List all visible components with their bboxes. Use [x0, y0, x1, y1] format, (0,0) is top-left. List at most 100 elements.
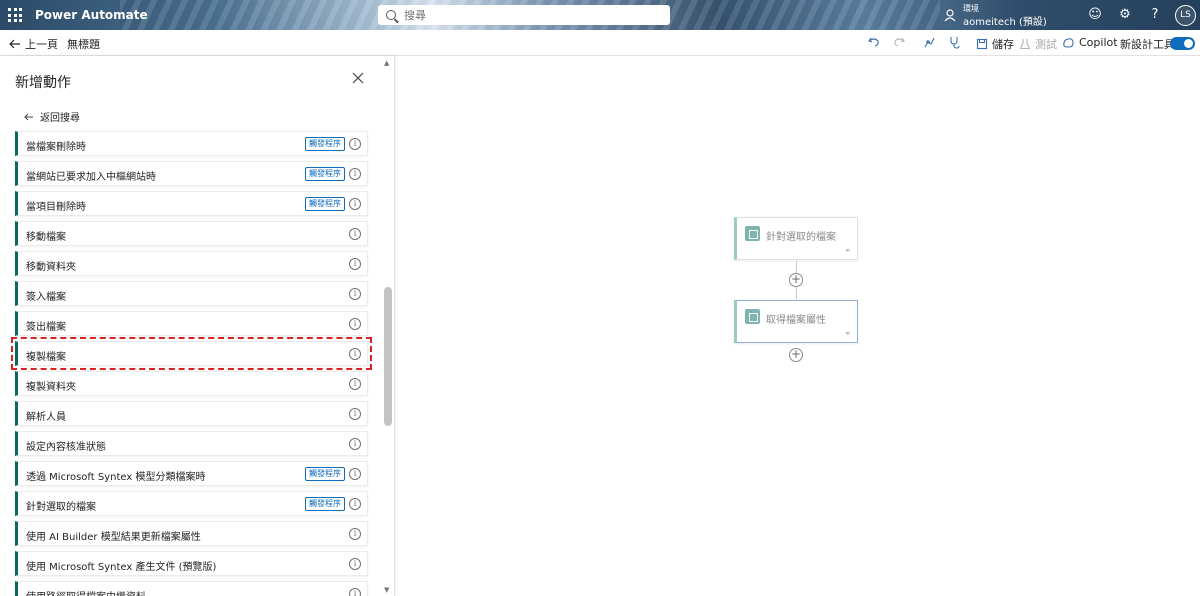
action-item-label: 當檔案刪除時	[26, 142, 86, 153]
scroll-up-icon[interactable]: ▲	[384, 59, 389, 67]
test-button[interactable]: 測試	[1019, 36, 1057, 52]
action-node[interactable]: 取得檔案屬性 ⚭	[734, 300, 858, 343]
info-icon[interactable]: i	[349, 168, 361, 180]
action-list-item[interactable]: 當網站已要求加入中樞網站時 觸發程序 i	[15, 161, 368, 186]
action-item-label: 簽入檔案	[26, 292, 66, 303]
new-designer-label: 新設計工具	[1120, 38, 1175, 51]
settings-gear-icon[interactable]: ⚙	[1117, 7, 1133, 23]
smiley-feedback-icon[interactable]: ☺	[1087, 7, 1103, 23]
app-launcher-icon[interactable]	[8, 8, 22, 22]
action-item-label: 當網站已要求加入中樞網站時	[26, 172, 156, 183]
action-list-item[interactable]: 解析人員 i	[15, 401, 368, 426]
action-list-item[interactable]: 使用 Microsoft Syntex 產生文件 (預覽版) i	[15, 551, 368, 576]
action-list-item[interactable]: 當檔案刪除時 觸發程序 i	[15, 131, 368, 156]
avatar[interactable]: LS	[1175, 5, 1196, 26]
panel-scrollbar-thumb[interactable]	[384, 287, 392, 426]
action-item-label: 使用 Microsoft Syntex 產生文件 (預覽版)	[26, 562, 217, 573]
trigger-badge: 觸發程序	[305, 197, 345, 211]
action-item-label: 針對選取的檔案	[26, 502, 96, 513]
info-icon[interactable]: i	[349, 288, 361, 300]
info-icon[interactable]: i	[349, 198, 361, 210]
sharepoint-icon	[745, 226, 760, 241]
scroll-down-icon[interactable]: ▼	[384, 586, 389, 594]
environment-name[interactable]: aomeitech (預設)	[963, 13, 1047, 28]
stethoscope-button[interactable]	[948, 36, 961, 49]
search-input[interactable]	[404, 8, 654, 22]
add-action-panel: 新增動作 返回搜尋 當檔案刪除時 觸發程序 i 當網站已要求加入中樞網站時 觸發程序 i 當…	[0, 56, 395, 596]
redo-icon	[894, 37, 905, 47]
trigger-badge: 觸發程序	[305, 497, 345, 511]
copilot-icon	[1063, 37, 1074, 48]
environment-icon[interactable]	[943, 8, 957, 22]
action-list-item[interactable]: 簽出檔案 i	[15, 311, 368, 336]
trigger-badge: 觸發程序	[305, 137, 345, 151]
save-button[interactable]: 儲存	[976, 36, 1014, 52]
command-bar: 上一頁 無標題 儲存 測試 Copilot 新設計工具	[0, 30, 1200, 56]
action-list: 當檔案刪除時 觸發程序 i 當網站已要求加入中樞網站時 觸發程序 i 當項目刪除時 觸發程序 i…	[11, 131, 372, 596]
link-icon: ⚭	[844, 246, 851, 255]
info-icon[interactable]: i	[349, 558, 361, 570]
flow-name[interactable]: 無標題	[67, 36, 100, 52]
redo-button[interactable]	[893, 36, 905, 48]
close-icon[interactable]	[352, 72, 364, 84]
action-item-label: 移動檔案	[26, 232, 66, 243]
arrow-left-icon	[9, 39, 20, 49]
action-item-label: 設定內容核准狀態	[26, 442, 106, 453]
new-designer-toggle[interactable]	[1170, 37, 1195, 50]
action-item-label: 解析人員	[26, 412, 66, 423]
info-icon[interactable]: i	[349, 498, 361, 510]
info-icon[interactable]: i	[349, 378, 361, 390]
info-icon[interactable]: i	[349, 258, 361, 270]
panel-title: 新增動作	[15, 75, 71, 91]
undo-icon	[868, 37, 879, 47]
action-item-label: 使用 AI Builder 模型結果更新檔案屬性	[26, 532, 201, 543]
action-item-label: 透過 Microsoft Syntex 模型分類檔案時	[26, 472, 206, 483]
arrow-left-icon	[24, 113, 33, 120]
top-header: Power Automate 環境 aomeitech (預設) ☺ ⚙ ? L…	[0, 0, 1200, 30]
info-icon[interactable]: i	[349, 408, 361, 420]
trigger-node-title: 針對選取的檔案	[766, 232, 836, 243]
info-icon[interactable]: i	[349, 138, 361, 150]
action-list-item[interactable]: 複製資料夾 i	[15, 371, 368, 396]
sharepoint-icon	[745, 309, 760, 324]
trigger-node[interactable]: 針對選取的檔案 ⚭	[734, 217, 858, 260]
info-icon[interactable]: i	[349, 468, 361, 480]
test-flask-icon	[1019, 39, 1031, 50]
copilot-button[interactable]: Copilot	[1062, 36, 1118, 49]
insert-step-plus-icon[interactable]: +	[789, 273, 803, 287]
info-icon[interactable]: i	[349, 228, 361, 240]
action-list-item[interactable]: 移動資料夾 i	[15, 251, 368, 276]
add-step-plus-icon[interactable]: +	[789, 348, 803, 362]
back-to-search-link[interactable]: 返回搜尋	[24, 109, 80, 124]
copilot-label: Copilot	[1079, 36, 1118, 49]
action-list-item[interactable]: 透過 Microsoft Syntex 模型分類檔案時 觸發程序 i	[15, 461, 368, 486]
info-icon[interactable]: i	[349, 588, 361, 596]
action-list-item[interactable]: 使用 AI Builder 模型結果更新檔案屬性 i	[15, 521, 368, 546]
action-list-item[interactable]: 複製檔案 i	[11, 337, 372, 370]
action-list-item[interactable]: 針對選取的檔案 觸發程序 i	[15, 491, 368, 516]
action-item-label: 簽出檔案	[26, 322, 66, 333]
flow-checker-button[interactable]	[923, 36, 936, 49]
test-label: 測試	[1035, 38, 1057, 51]
action-list-item[interactable]: 設定內容核准狀態 i	[15, 431, 368, 456]
app-name[interactable]: Power Automate	[35, 8, 148, 22]
search-box[interactable]	[378, 5, 670, 25]
action-list-item[interactable]: 簽入檔案 i	[15, 281, 368, 306]
info-icon[interactable]: i	[349, 318, 361, 330]
action-item-label: 使用路徑取得檔案中繼資料	[26, 588, 146, 596]
action-list-item[interactable]: 當項目刪除時 觸發程序 i	[15, 191, 368, 216]
save-label: 儲存	[992, 38, 1014, 51]
back-to-search-label: 返回搜尋	[40, 113, 80, 124]
info-icon[interactable]: i	[349, 528, 361, 540]
action-list-item[interactable]: 移動檔案 i	[15, 221, 368, 246]
info-icon[interactable]: i	[349, 438, 361, 450]
info-icon[interactable]: i	[349, 348, 361, 360]
flow-canvas[interactable]: 針對選取的檔案 ⚭ + 取得檔案屬性 ⚭ +	[396, 56, 1200, 596]
flow-checker-icon	[924, 37, 935, 48]
help-icon[interactable]: ?	[1147, 7, 1163, 23]
action-list-item[interactable]: 使用路徑取得檔案中繼資料 i	[15, 581, 368, 596]
action-node-title: 取得檔案屬性	[766, 315, 826, 326]
undo-button[interactable]	[868, 36, 880, 48]
trigger-badge: 觸發程序	[305, 167, 345, 181]
back-button[interactable]: 上一頁	[9, 36, 58, 52]
